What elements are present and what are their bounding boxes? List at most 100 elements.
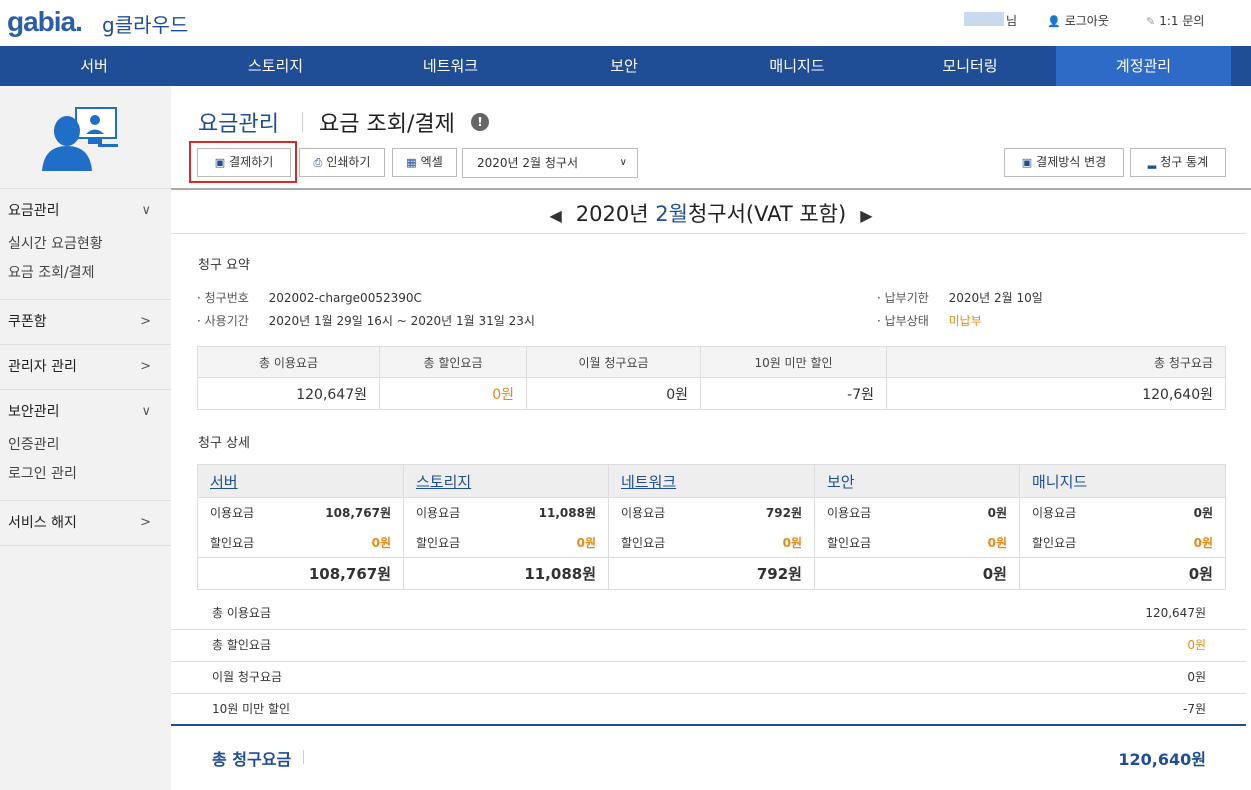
detail-total: 792원 bbox=[608, 557, 815, 590]
sidebar-section-billing: 요금관리 ∨ 실시간 요금현황 요금 조회/결제 bbox=[0, 189, 171, 300]
usage-value: 0원 bbox=[1193, 506, 1213, 521]
detail-discount-cell: 할인요금 0원 bbox=[608, 527, 815, 558]
period-row: · 사용기간 2020년 1월 29일 16시 ~ 2020년 1월 31일 23… bbox=[197, 314, 535, 328]
sidebar-item-billing-query[interactable]: 요금 조회/결제 bbox=[8, 262, 171, 291]
detail-discount-cell: 할인요금 0원 bbox=[403, 527, 609, 558]
bill-number-label: 청구번호 bbox=[204, 291, 249, 305]
detail-link-network[interactable]: 네트워크 bbox=[621, 473, 676, 491]
print-icon: ⎙ bbox=[313, 156, 323, 169]
chevron-down-icon: ∨ bbox=[141, 203, 151, 218]
excel-button[interactable]: ▦ 엑셀 bbox=[392, 148, 457, 177]
due-row: · 납부기한 2020년 2월 10일 bbox=[877, 291, 1043, 305]
inquiry-link[interactable]: ✎ 1:1 문의 bbox=[1146, 12, 1204, 29]
usage-value: 108,767원 bbox=[325, 506, 391, 521]
excel-label: 엑셀 bbox=[420, 155, 443, 169]
sidebar-item-terminate[interactable]: 서비스 해지 > bbox=[0, 501, 171, 545]
detail-col-managed: 매니지드 bbox=[1019, 464, 1226, 498]
status-label: 납부상태 bbox=[884, 314, 929, 328]
change-method-label: 결제방식 변경 bbox=[1036, 155, 1107, 169]
sidebar-item-security[interactable]: 보안관리 ∨ bbox=[0, 390, 171, 434]
summary-header: 총 할인요금 bbox=[379, 346, 527, 378]
sidebar-section-security: 보안관리 ∨ 인증관리 로그인 관리 bbox=[0, 390, 171, 501]
sidebar-item-label: 보안관리 bbox=[8, 404, 60, 420]
totals-label: 총 할인요금 bbox=[212, 638, 272, 652]
sidebar-item-auth[interactable]: 인증관리 bbox=[8, 434, 171, 463]
inquiry-label: 1:1 문의 bbox=[1159, 14, 1205, 28]
period-label: 사용기간 bbox=[204, 314, 249, 328]
nav-security[interactable]: 보안 bbox=[538, 46, 710, 86]
logout-label: 로그아웃 bbox=[1064, 14, 1109, 28]
discount-label: 할인요금 bbox=[416, 535, 461, 550]
usage-value: 792원 bbox=[765, 506, 802, 521]
discount-value: 0원 bbox=[576, 535, 596, 550]
nav-server[interactable]: 서버 bbox=[0, 46, 188, 86]
totals-list: 총 이용요금 120,647원 총 할인요금 0원 이월 청구요금 0원 10원 미만… bbox=[171, 598, 1246, 726]
invoice-select[interactable]: 2020년 2월 청구서 ∨ bbox=[462, 148, 638, 178]
discount-value: 0원 bbox=[987, 535, 1007, 550]
bill-number-row: · 청구번호 202002-charge0052390C bbox=[197, 291, 422, 305]
detail-discount-cell: 할인요금 0원 bbox=[197, 527, 404, 558]
nav-network[interactable]: 네트워크 bbox=[363, 46, 538, 86]
main-nav: 서버 스토리지 네트워크 보안 매니지드 모니터링 계정관리 bbox=[0, 46, 1251, 86]
usage-label: 이용요금 bbox=[416, 506, 461, 521]
usage-value: 0원 bbox=[987, 506, 1007, 521]
detail-label-managed: 매니지드 bbox=[1032, 472, 1088, 491]
divider bbox=[171, 188, 1251, 190]
page-subtitle: 요금 조회/결제 bbox=[319, 112, 455, 137]
detail-table: 서버 스토리지 네트워크 보안 매니지드 이용요금 108,767원 이용요금 11… bbox=[197, 464, 1226, 590]
due-label: 납부기한 bbox=[884, 291, 929, 305]
summary-value: 120,647원 bbox=[197, 377, 380, 410]
usage-label: 이용요금 bbox=[621, 506, 666, 521]
detail-total: 0원 bbox=[1019, 557, 1226, 590]
nav-managed[interactable]: 매니지드 bbox=[710, 46, 884, 86]
summary-header: 10원 미만 할인 bbox=[700, 346, 887, 378]
summary-value: 0원 bbox=[526, 377, 701, 410]
wallet-icon: ▣ bbox=[214, 156, 226, 169]
sidebar-item-admin[interactable]: 관리자 관리 > bbox=[0, 345, 171, 389]
page-title: 요금관리 bbox=[198, 112, 279, 137]
sidebar-item-realtime[interactable]: 실시간 요금현황 bbox=[8, 233, 171, 262]
main-content: 요금관리 요금 조회/결제 ! ▣ 결제하기 ⎙ 인쇄하기 ▦ 엑셀 2020년 2월… bbox=[171, 86, 1251, 790]
pay-button[interactable]: ▣ 결제하기 bbox=[197, 148, 291, 177]
person-icon: 👤 bbox=[1047, 15, 1061, 28]
bill-number-value: 202002-charge0052390C bbox=[268, 291, 422, 305]
gcloud-logo[interactable]: g클라우드 bbox=[102, 9, 188, 38]
detail-usage-cell: 이용요금 11,088원 bbox=[403, 497, 609, 528]
totals-value: 0원 bbox=[1187, 638, 1206, 652]
help-icon[interactable]: ! bbox=[471, 113, 489, 131]
month-number: 2월 bbox=[655, 202, 688, 226]
prev-month-icon[interactable]: ◀ bbox=[549, 206, 561, 225]
summary-header: 이월 청구요금 bbox=[526, 346, 701, 378]
discount-value: 0원 bbox=[371, 535, 391, 550]
discount-label: 할인요금 bbox=[827, 535, 872, 550]
month-heading: ◀ 2020년 2월청구서(VAT 포함) ▶ bbox=[171, 198, 1251, 228]
next-month-icon[interactable]: ▶ bbox=[860, 206, 872, 225]
totals-label: 이월 청구요금 bbox=[212, 670, 283, 684]
sidebar-item-coupon[interactable]: 쿠폰함 > bbox=[0, 300, 171, 344]
sidebar-item-label: 요금관리 bbox=[8, 203, 60, 219]
sidebar-avatar bbox=[0, 86, 171, 189]
gabia-logo[interactable]: gabia. bbox=[7, 6, 83, 38]
totals-label: 총 이용요금 bbox=[212, 606, 272, 620]
print-button[interactable]: ⎙ 인쇄하기 bbox=[299, 148, 385, 177]
nav-account[interactable]: 계정관리 bbox=[1056, 46, 1231, 86]
billing-stats-button[interactable]: ▂ 청구 통계 bbox=[1130, 148, 1226, 177]
logout-link[interactable]: 👤 로그아웃 bbox=[1047, 12, 1109, 29]
wallet-icon: ▣ bbox=[1021, 156, 1033, 169]
sidebar-section-coupon: 쿠폰함 > bbox=[0, 300, 171, 345]
nav-monitoring[interactable]: 모니터링 bbox=[884, 46, 1056, 86]
sidebar-item-login[interactable]: 로그인 관리 bbox=[8, 463, 171, 492]
sidebar-item-billing[interactable]: 요금관리 ∨ bbox=[0, 189, 171, 233]
discount-label: 할인요금 bbox=[621, 535, 666, 550]
detail-link-server[interactable]: 서버 bbox=[210, 473, 238, 491]
detail-col-storage: 스토리지 bbox=[403, 464, 609, 498]
divider bbox=[171, 233, 1246, 234]
discount-value: 0원 bbox=[782, 535, 802, 550]
change-payment-method-button[interactable]: ▣ 결제방식 변경 bbox=[1004, 148, 1124, 177]
detail-link-storage[interactable]: 스토리지 bbox=[416, 473, 471, 491]
nav-storage[interactable]: 스토리지 bbox=[188, 46, 363, 86]
totals-row: 총 할인요금 0원 bbox=[171, 630, 1246, 662]
pay-label: 결제하기 bbox=[229, 155, 274, 169]
detail-col-security: 보안 bbox=[814, 464, 1020, 498]
title-divider bbox=[302, 112, 303, 132]
